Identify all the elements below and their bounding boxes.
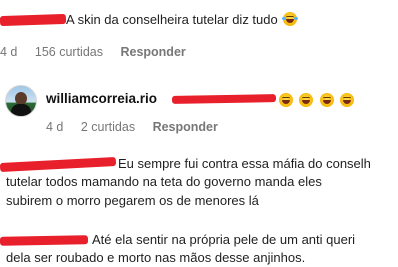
comment-1-reply-button[interactable]: Responder: [120, 45, 185, 59]
redacted-username-4: [0, 235, 89, 246]
comment-1-meta: 4 d 156 curtidas Responder: [0, 45, 200, 59]
comment-4-line-2: dela ser roubado e morto nas mãos desse …: [6, 250, 306, 265]
comment-2-emojis: [277, 92, 355, 110]
comment-2-reply-button[interactable]: Responder: [153, 120, 218, 134]
laughing-emoji-icon: [319, 93, 334, 107]
comment-2-time: 4 d: [46, 120, 64, 134]
comment-3-line-3: subirem o morro pegarem os de menores lá: [6, 193, 259, 208]
comment-3-line-2: tutelar todos mamando na teta do governo…: [6, 174, 322, 189]
avatar-body-shape: [11, 104, 31, 116]
redacted-username-1: [0, 13, 67, 27]
avatar[interactable]: [5, 85, 37, 117]
comment-1-body: A skin da conselheira tutelar diz tudo: [66, 12, 278, 27]
redacted-username-3: [0, 156, 117, 173]
comment-4-line-1: Até ela sentir na própria pele de um ant…: [92, 232, 356, 247]
comment-1-time: 4 d: [0, 45, 18, 59]
laughing-emoji-icon: [299, 93, 314, 107]
comment-2-likes[interactable]: 2 curtidas: [81, 120, 135, 134]
laughing-emoji-icon: [340, 93, 355, 107]
redacted-mention-2: [171, 94, 277, 104]
comment-3-line-1: Eu sempre fui contra essa máfia do conse…: [118, 156, 371, 171]
comment-1-likes[interactable]: 156 curtidas: [35, 45, 103, 59]
comment-2-username[interactable]: williamcorreia.rio: [46, 91, 157, 106]
comment-2-meta: 4 d 2 curtidas Responder: [46, 120, 232, 134]
laughing-emoji-icon: [282, 12, 299, 26]
laughing-emoji-icon: [279, 93, 293, 107]
comment-1-text: A skin da conselheira tutelar diz tudo: [66, 12, 299, 28]
